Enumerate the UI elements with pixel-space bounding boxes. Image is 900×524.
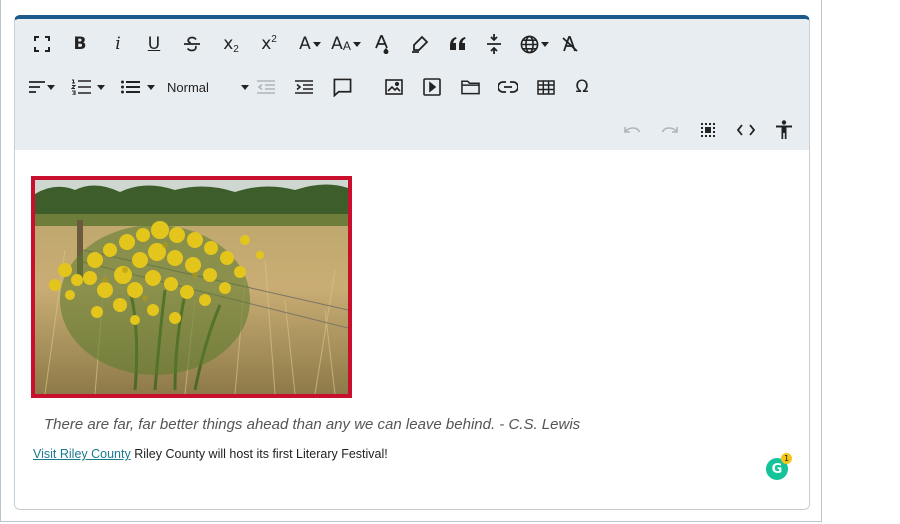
paragraph-text: Riley County will host its first Literar… [130,447,388,461]
subscript-x: x [223,33,234,54]
text-color-icon[interactable] [371,33,393,55]
clear-formatting-icon[interactable] [559,33,581,55]
font-size-small-glyph: A [342,39,351,53]
italic-icon[interactable]: i [107,33,129,55]
media-icon[interactable] [421,76,443,98]
align-icon[interactable] [27,76,57,98]
grammarly-letter: G [771,461,783,477]
strikethrough-icon[interactable] [181,33,203,55]
accessibility-icon[interactable] [773,119,795,141]
underline-glyph: U [147,33,161,54]
subscript-n: 2 [233,43,239,55]
editor-content[interactable]: There are far, far better things ahead t… [15,150,809,509]
font-size-icon[interactable]: AA [329,33,363,55]
horizontal-rule-icon[interactable] [483,33,505,55]
italic-glyph: i [115,33,121,54]
font-family-glyph: A [299,33,311,54]
subscript-icon[interactable]: x2 [219,33,243,55]
paragraph-format-value: Normal [167,79,209,95]
source-code-icon[interactable] [735,119,757,141]
comment-icon[interactable] [331,76,353,98]
table-icon[interactable] [535,76,557,98]
paragraph: Visit Riley County Riley County will hos… [33,447,388,461]
ragwort-field-image [35,180,348,394]
grammarly-badge-count: 1 [783,454,790,463]
visit-riley-county-link[interactable]: Visit Riley County [33,447,131,461]
superscript-x: x [261,33,272,54]
image-icon[interactable] [383,76,405,98]
omega-glyph: Ω [575,76,589,97]
ordered-list-icon[interactable] [69,76,107,98]
superscript-icon[interactable]: x2 [257,33,281,55]
content-image[interactable] [31,176,352,398]
blockquote-icon[interactable] [447,33,469,55]
paragraph-format-select[interactable]: Normal [167,75,249,99]
bold-glyph: B [73,33,87,54]
grammarly-badge: 1 [781,453,792,464]
undo-icon[interactable] [621,119,643,141]
bullet-list-icon[interactable] [119,76,157,98]
language-icon[interactable] [517,33,551,55]
editor-toolbar: B i U x2 x2 A AA Normal Ω [15,19,809,150]
redo-icon[interactable] [659,119,681,141]
rich-text-editor: B i U x2 x2 A AA Normal Ω There are far,… [14,15,810,510]
special-character-icon[interactable]: Ω [571,76,593,98]
underline-icon[interactable]: U [143,33,165,55]
chevron-down-icon [241,84,249,90]
link-icon[interactable] [497,76,519,98]
highlight-icon[interactable] [409,33,431,55]
font-family-icon[interactable]: A [295,33,325,55]
bold-icon[interactable]: B [69,33,91,55]
outdent-icon[interactable] [255,76,277,98]
font-size-big-glyph: A [331,33,343,54]
blockquote-text: There are far, far better things ahead t… [44,416,581,433]
file-icon[interactable] [459,76,481,98]
fullscreen-icon[interactable] [31,33,53,55]
superscript-n: 2 [271,33,277,45]
select-all-icon[interactable] [697,119,719,141]
indent-icon[interactable] [293,76,315,98]
